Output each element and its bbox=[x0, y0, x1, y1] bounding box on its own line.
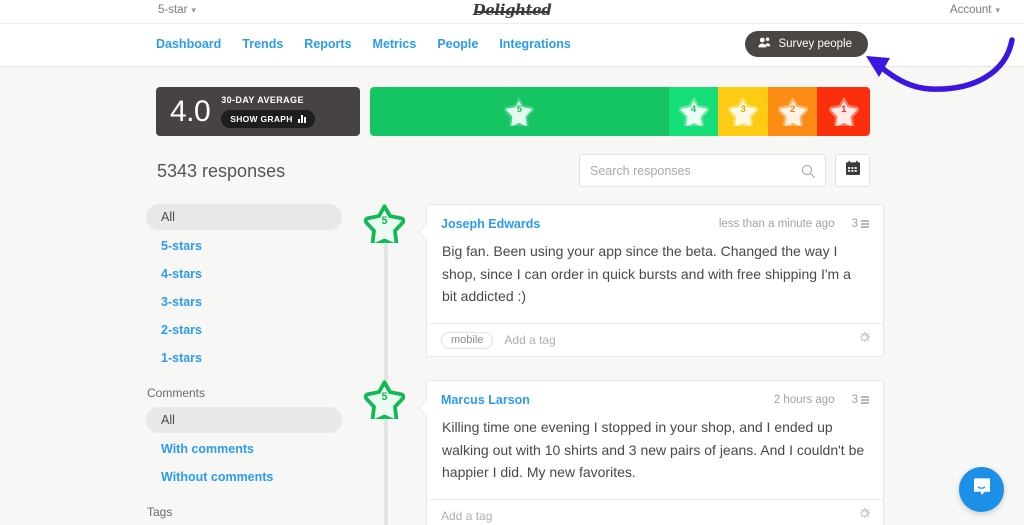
main-navigation: Dashboard Trends Reports Metrics People … bbox=[0, 24, 1024, 67]
response-comment: Big fan. Been using your app since the b… bbox=[442, 243, 851, 305]
filters-sidebar: All 5-stars 4-stars 3-stars 2-stars 1-stars C… bbox=[146, 204, 342, 525]
comment-filter-with-comments[interactable]: With comments bbox=[146, 435, 342, 463]
nav-links: Dashboard Trends Reports Metrics People … bbox=[156, 37, 571, 51]
response-author[interactable]: Joseph Edwards bbox=[441, 217, 540, 231]
star-icon: 5 bbox=[504, 97, 535, 126]
response-meta: 2 hours ago 3 bbox=[774, 394, 869, 406]
show-graph-label: SHOW GRAPH bbox=[230, 114, 293, 124]
list-icon bbox=[861, 396, 869, 404]
response-count: 5343 responses bbox=[157, 161, 286, 181]
gear-icon[interactable] bbox=[858, 507, 871, 525]
average-score-box: 4.0 30-DAY AVERAGE SHOW GRAPH bbox=[156, 87, 360, 136]
response-entry: 5 Marcus Larson 2 hours ago 3 Killing time o… bbox=[363, 380, 884, 525]
response-card-header: Marcus Larson 2 hours ago 3 bbox=[427, 381, 883, 407]
response-card-header: Joseph Edwards less than a minute ago 3 bbox=[427, 205, 883, 231]
response-detail-count-value: 3 bbox=[851, 394, 858, 407]
survey-people-button[interactable]: Survey people bbox=[745, 31, 868, 57]
calendar-icon bbox=[845, 160, 861, 181]
response-tag[interactable]: mobile bbox=[441, 331, 494, 349]
distribution-segment-3[interactable]: 3 bbox=[718, 87, 768, 136]
star-icon: 2 bbox=[777, 97, 808, 126]
search-input[interactable] bbox=[580, 155, 825, 186]
gear-icon[interactable] bbox=[858, 331, 871, 349]
rating-filter-5-stars[interactable]: 5-stars bbox=[146, 232, 342, 260]
star-icon: 4 bbox=[678, 97, 709, 126]
star-icon: 3 bbox=[728, 97, 759, 126]
survey-type-label: 5-star bbox=[158, 4, 188, 16]
rating-filter-1-stars[interactable]: 1-stars bbox=[146, 344, 342, 372]
response-card: Joseph Edwards less than a minute ago 3 Big… bbox=[418, 204, 884, 358]
rating-distribution-bar: 5 4321 bbox=[370, 87, 870, 136]
response-entries: 5 Joseph Edwards less than a minute ago 3 Bi… bbox=[363, 204, 884, 525]
response-rating-star-icon: 5 bbox=[363, 380, 406, 423]
rating-filter-4-stars[interactable]: 4-stars bbox=[146, 260, 342, 288]
response-meta: less than a minute ago 3 bbox=[719, 218, 869, 230]
search-box bbox=[579, 154, 826, 187]
score-summary: 4.0 30-DAY AVERAGE SHOW GRAPH 5 4321 bbox=[156, 87, 870, 136]
account-menu[interactable]: Account ▾ bbox=[950, 4, 1000, 16]
top-bar: 5-star ▾ Delighted Account ▾ bbox=[0, 0, 1024, 24]
response-timestamp: less than a minute ago bbox=[718, 218, 835, 230]
response-entry: 5 Joseph Edwards less than a minute ago 3 Bi… bbox=[363, 204, 884, 358]
comment-filter-all[interactable]: All bbox=[146, 407, 342, 433]
delighted-logo: Delighted bbox=[472, 1, 552, 19]
average-score-value: 4.0 bbox=[170, 94, 211, 128]
add-tag-input[interactable]: Add a tag bbox=[504, 333, 555, 347]
nav-item-people[interactable]: People bbox=[437, 37, 478, 51]
calendar-filter-button[interactable] bbox=[835, 154, 870, 187]
comments-heading: Comments bbox=[147, 386, 206, 400]
intercom-chat-button[interactable] bbox=[959, 467, 1004, 512]
response-rating-star-icon: 5 bbox=[363, 204, 406, 247]
chevron-down-icon: ▾ bbox=[191, 4, 196, 15]
response-author[interactable]: Marcus Larson bbox=[441, 393, 530, 407]
add-tag-input[interactable]: Add a tag bbox=[441, 509, 492, 523]
star-icon: 1 bbox=[828, 97, 859, 126]
response-timestamp: 2 hours ago bbox=[773, 394, 835, 407]
search-area bbox=[579, 154, 870, 187]
account-label: Account bbox=[949, 4, 992, 16]
distribution-segment-4[interactable]: 4 bbox=[668, 87, 719, 136]
survey-type-selector[interactable]: 5-star ▾ bbox=[158, 4, 196, 16]
average-score-label: 30-DAY AVERAGE bbox=[221, 95, 304, 105]
nav-item-trends[interactable]: Trends bbox=[242, 37, 283, 51]
distribution-segment-2[interactable]: 2 bbox=[767, 87, 818, 136]
rating-filter-all[interactable]: All bbox=[146, 204, 342, 230]
nav-item-metrics[interactable]: Metrics bbox=[373, 37, 417, 51]
distribution-segment-5[interactable]: 5 bbox=[370, 87, 669, 136]
response-card: Marcus Larson 2 hours ago 3 Killing time on… bbox=[418, 380, 884, 525]
rating-filter-2-stars[interactable]: 2-stars bbox=[146, 316, 342, 344]
rating-filter-3-stars[interactable]: 3-stars bbox=[146, 288, 342, 316]
response-detail-count[interactable]: 3 bbox=[852, 218, 869, 230]
chevron-down-icon: ▾ bbox=[995, 4, 1000, 15]
comment-filter-without-comments[interactable]: Without comments bbox=[146, 463, 342, 491]
response-detail-count-value: 3 bbox=[851, 218, 858, 230]
nav-item-dashboard[interactable]: Dashboard bbox=[156, 37, 221, 51]
tags-heading: Tags bbox=[147, 505, 173, 519]
distribution-segment-1[interactable]: 1 bbox=[817, 87, 870, 136]
nav-item-reports[interactable]: Reports bbox=[304, 37, 351, 51]
bar-chart-icon bbox=[297, 115, 306, 123]
page-content: 4.0 30-DAY AVERAGE SHOW GRAPH 54321 5343… bbox=[0, 67, 1024, 525]
survey-people-label: Survey people bbox=[778, 38, 852, 50]
people-icon bbox=[758, 37, 771, 51]
response-card-footer: Add a tag bbox=[427, 499, 883, 525]
response-comment: Killing time one evening I stopped in yo… bbox=[442, 419, 865, 481]
comment-filter-list: All With comments Without comments bbox=[146, 407, 342, 491]
response-detail-count[interactable]: 3 bbox=[852, 394, 869, 406]
nav-item-integrations[interactable]: Integrations bbox=[499, 37, 571, 51]
response-card-footer: mobile Add a tag bbox=[427, 323, 883, 356]
list-icon bbox=[861, 220, 869, 228]
chat-bubble-icon bbox=[971, 476, 993, 503]
rating-filter-list: All 5-stars 4-stars 3-stars 2-stars 1-stars bbox=[146, 204, 342, 372]
show-graph-button[interactable]: SHOW GRAPH bbox=[221, 110, 315, 128]
response-feed: 5 Joseph Edwards less than a minute ago 3 Bi… bbox=[363, 204, 884, 525]
